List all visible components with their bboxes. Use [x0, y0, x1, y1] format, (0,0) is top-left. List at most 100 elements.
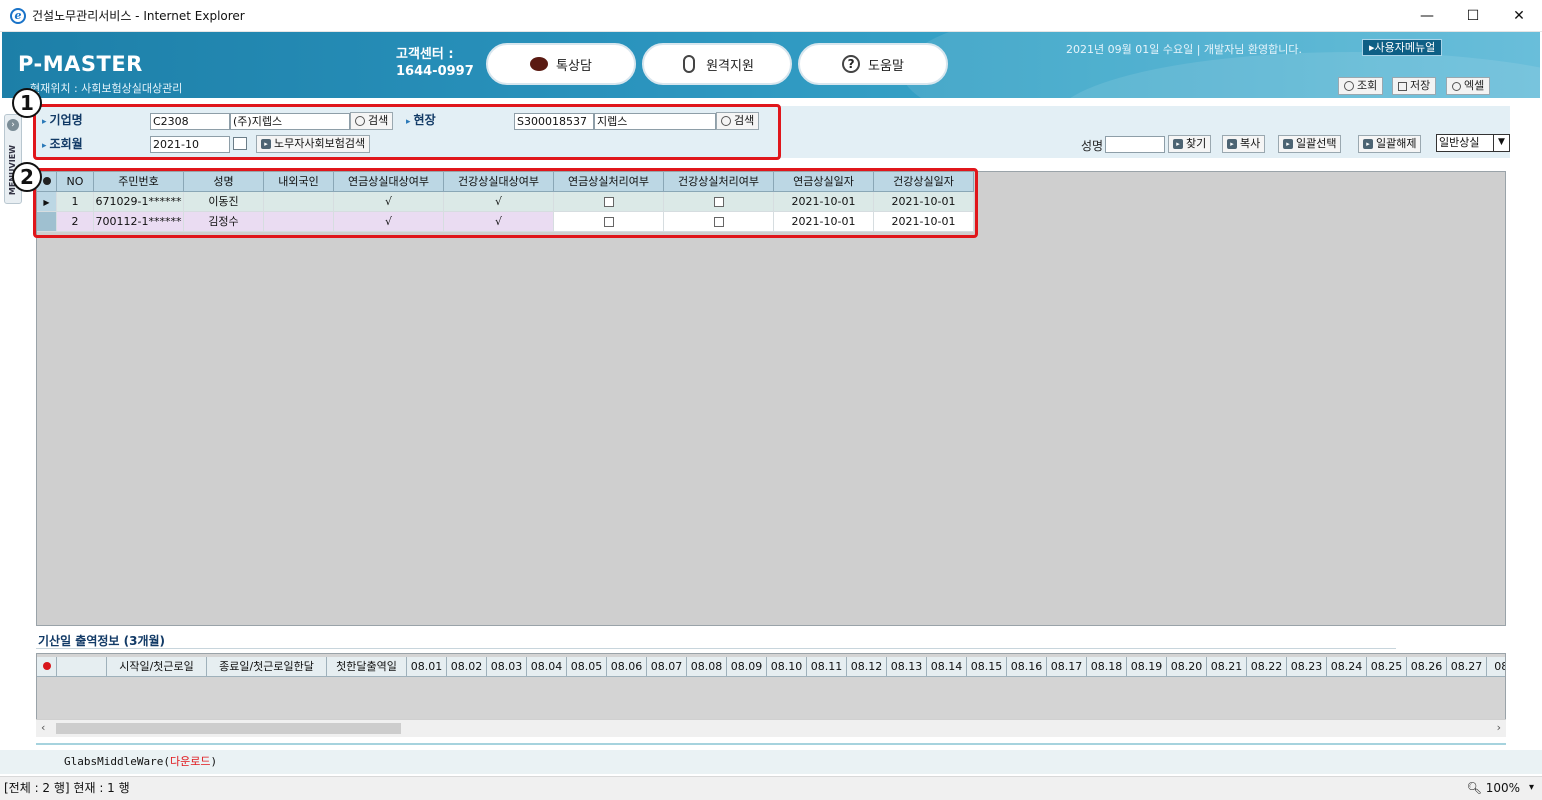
chat-bubble-icon [530, 55, 549, 73]
site-name-input[interactable]: 지렙스 [594, 113, 716, 130]
attendance-col[interactable]: 08.10 [767, 657, 807, 677]
attendance-col[interactable]: 08.18 [1087, 657, 1127, 677]
pension-done-checkbox[interactable] [603, 197, 614, 207]
zoom-level[interactable]: 🔍︎ 100% [1467, 777, 1520, 799]
cell-health-done [664, 192, 774, 212]
calendar-icon[interactable] [233, 137, 247, 150]
health-done-checkbox[interactable] [713, 197, 724, 207]
excel-button[interactable]: 엑셀 [1446, 77, 1491, 95]
find-button[interactable]: ▸ 찾기 [1168, 135, 1212, 153]
main-content: › MENUVIEW 기업명 C2308 (주)지렙스 검색 현장 S30001… [0, 88, 1542, 774]
attendance-col[interactable]: 08.04 [527, 657, 567, 677]
attendance-col[interactable]: 08.26 [1407, 657, 1447, 677]
deselect-all-button[interactable]: ▸ 일괄해제 [1358, 135, 1422, 153]
attendance-col[interactable]: 08.19 [1127, 657, 1167, 677]
query-button[interactable]: 조회 [1338, 77, 1384, 95]
col-pension-date[interactable]: 연금상실일자 [774, 172, 874, 192]
cell-rrn: 671029-1****** [94, 192, 184, 212]
attendance-col[interactable]: 08.17 [1047, 657, 1087, 677]
site-search-button[interactable]: 검색 [716, 112, 760, 130]
name-label: 성명 [1081, 139, 1104, 153]
health-done-checkbox[interactable] [713, 217, 724, 227]
col-name[interactable]: 성명 [184, 172, 264, 192]
menuview-tab[interactable]: › MENUVIEW [4, 114, 22, 204]
attendance-col[interactable]: 첫한달출역일 [327, 657, 407, 677]
attendance-col[interactable]: 08.21 [1207, 657, 1247, 677]
attendance-col[interactable]: 08.24 [1327, 657, 1367, 677]
cell-pension-done [554, 192, 664, 212]
attendance-col[interactable]: 시작일/첫근로일 [107, 657, 207, 677]
cell-no: 1 [57, 192, 94, 212]
select-all-button[interactable]: ▸ 일괄선택 [1278, 135, 1342, 153]
remote-support-button[interactable]: 원격지원 [642, 43, 792, 85]
greeting-text: 2021년 09월 01일 수요일 | 개발자님 환영합니다. [1066, 43, 1302, 56]
help-button[interactable]: ? 도움말 [798, 43, 948, 85]
arrow-icon: ▸ [1227, 139, 1237, 149]
copy-button[interactable]: ▸ 복사 [1222, 135, 1266, 153]
maximize-button[interactable]: ☐ [1450, 0, 1496, 32]
attendance-col[interactable]: 08.11 [807, 657, 847, 677]
cell-foreign [264, 212, 334, 232]
attendance-col[interactable]: 08.27 [1447, 657, 1487, 677]
attendance-col[interactable]: 08.05 [567, 657, 607, 677]
attendance-col[interactable]: 08.03 [487, 657, 527, 677]
chevron-right-icon: › [7, 119, 19, 131]
cell-health-date: 2021-10-01 [874, 192, 974, 212]
badge-2: 2 [12, 162, 42, 192]
col-no[interactable]: NO [57, 172, 94, 192]
col-health-done[interactable]: 건강상실처리여부 [664, 172, 774, 192]
user-manual-button[interactable]: ▸사용자메뉴얼 [1362, 39, 1443, 56]
col-health-date[interactable]: 건강상실일자 [874, 172, 974, 192]
col-foreign[interactable]: 내외국인 [264, 172, 334, 192]
attendance-col[interactable]: 08.13 [887, 657, 927, 677]
worker-insurance-search-button[interactable]: ▸ 노무자사회보험검색 [256, 135, 371, 153]
col-rrn[interactable]: 주민번호 [94, 172, 184, 192]
attendance-col[interactable]: 08.22 [1247, 657, 1287, 677]
minimize-button[interactable]: — [1404, 0, 1450, 32]
arrow-icon: ▸ [1363, 139, 1373, 149]
attendance-col[interactable]: 08.12 [847, 657, 887, 677]
scroll-right-icon[interactable]: › [1497, 721, 1501, 734]
attendance-col[interactable]: 08.2 [1487, 657, 1505, 677]
company-code-input[interactable]: C2308 [150, 113, 230, 130]
attendance-col[interactable]: 08.14 [927, 657, 967, 677]
attendance-col[interactable]: 08.15 [967, 657, 1007, 677]
attendance-col[interactable]: 08.02 [447, 657, 487, 677]
attendance-col[interactable]: 08.07 [647, 657, 687, 677]
attendance-col[interactable]: 08.16 [1007, 657, 1047, 677]
row-pointer: ▶ [37, 192, 57, 212]
cell-pension-done [554, 212, 664, 232]
talk-consult-button[interactable]: 톡상담 [486, 43, 636, 85]
mode-select[interactable]: 일반상실 ▼ [1436, 134, 1510, 152]
month-label: 조회월 [42, 135, 83, 152]
company-name-input[interactable]: (주)지렙스 [230, 113, 350, 130]
attendance-col[interactable]: 08.25 [1367, 657, 1407, 677]
attendance-col[interactable]: 08.06 [607, 657, 647, 677]
magnifier-icon [721, 116, 731, 126]
company-search-button[interactable]: 검색 [350, 112, 394, 130]
attendance-col[interactable]: 08.23 [1287, 657, 1327, 677]
download-link[interactable]: 다운로드 [170, 755, 210, 768]
col-pension-done[interactable]: 연금상실처리여부 [554, 172, 664, 192]
month-input[interactable]: 2021-10 [150, 136, 230, 153]
col-pension-target[interactable]: 연금상실대상여부 [334, 172, 444, 192]
site-code-input[interactable]: S300018537 [514, 113, 594, 130]
app-logo[interactable]: P-MASTER [18, 52, 143, 76]
name-search-input[interactable] [1105, 136, 1165, 153]
scroll-thumb[interactable] [56, 723, 401, 734]
customer-center: 고객센터 : 1644-0997 [396, 46, 474, 80]
window-titlebar: e 건설노무관리서비스 - Internet Explorer — ☐ ✕ [0, 0, 1542, 32]
attendance-col[interactable]: 종료일/첫근로일한달 [207, 657, 327, 677]
pension-done-checkbox[interactable] [603, 217, 614, 227]
close-button[interactable]: ✕ [1496, 0, 1542, 32]
scroll-left-icon[interactable]: ‹ [41, 721, 45, 734]
save-button[interactable]: 저장 [1392, 77, 1437, 95]
attendance-col[interactable]: 08.20 [1167, 657, 1207, 677]
disk-icon [1398, 81, 1407, 91]
col-health-target[interactable]: 건강상실대상여부 [444, 172, 554, 192]
attendance-col[interactable]: 08.08 [687, 657, 727, 677]
horizontal-scrollbar[interactable]: ‹ › [36, 719, 1506, 737]
chevron-down-icon[interactable]: ▾ [1529, 777, 1534, 799]
attendance-col[interactable]: 08.01 [407, 657, 447, 677]
attendance-col[interactable]: 08.09 [727, 657, 767, 677]
